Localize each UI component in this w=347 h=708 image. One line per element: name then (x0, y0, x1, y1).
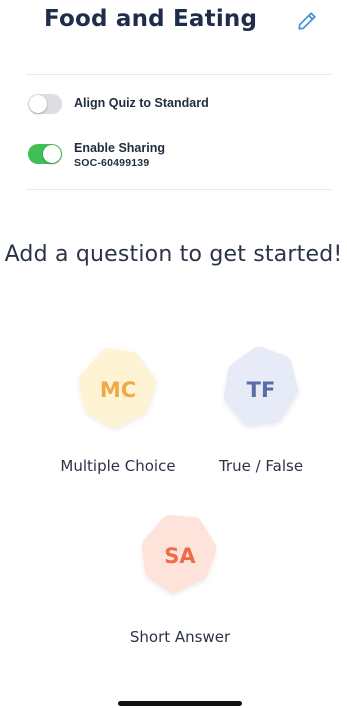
true-false-button[interactable]: TF True / False (191, 343, 331, 475)
header: Food and Eating (0, 0, 347, 44)
enable-sharing-label: Enable Sharing (74, 141, 165, 155)
align-quiz-text: Align Quiz to Standard (74, 94, 209, 112)
page-title: Food and Eating (44, 6, 258, 32)
short-answer-button[interactable]: SA Short Answer (110, 509, 250, 646)
tf-abbr: TF (246, 378, 276, 402)
align-quiz-label: Align Quiz to Standard (74, 96, 209, 110)
toggle-knob (43, 145, 61, 163)
divider-top (26, 74, 332, 75)
pencil-icon (298, 12, 316, 30)
empty-state-prompt: Add a question to get started! (4, 242, 343, 267)
enable-sharing-text: Enable Sharing SOC-60499139 (74, 139, 165, 170)
toggle-knob (29, 95, 47, 113)
tf-hexagon-icon: TF (214, 343, 308, 437)
sa-hexagon-icon: SA (133, 509, 227, 603)
divider-bottom (26, 189, 332, 190)
mc-label: Multiple Choice (60, 457, 176, 475)
sa-abbr: SA (164, 544, 196, 568)
align-quiz-row: Align Quiz to Standard (28, 94, 209, 114)
home-indicator[interactable] (118, 701, 242, 706)
tf-label: True / False (218, 457, 304, 475)
mc-abbr: MC (99, 378, 137, 402)
sa-label: Short Answer (129, 628, 231, 646)
align-quiz-toggle[interactable] (28, 94, 62, 114)
multiple-choice-button[interactable]: MC Multiple Choice (48, 343, 188, 475)
edit-title-button[interactable] (294, 8, 320, 34)
sharing-code: SOC-60499139 (74, 157, 150, 169)
enable-sharing-row: Enable Sharing SOC-60499139 (28, 139, 165, 170)
mc-hexagon-icon: MC (71, 343, 165, 437)
enable-sharing-toggle[interactable] (28, 144, 62, 164)
